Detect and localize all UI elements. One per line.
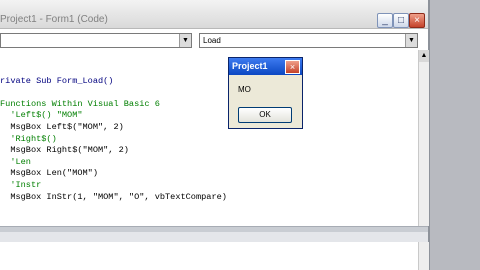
bottom-pane-header: [0, 232, 428, 242]
code-window-titlebar: Project1 - Form1 (Code) _ □ ×: [0, 0, 428, 29]
scroll-up-arrow-icon[interactable]: ▲: [419, 50, 429, 62]
code-line: MsgBox InStr(1, "MOM", "O", vbTextCompar…: [0, 191, 227, 202]
code-line: 'Left$() "MOM": [0, 110, 83, 121]
code-line: 'Right$(): [0, 133, 57, 144]
message-box-dialog: Project1 × MO OK: [228, 57, 303, 129]
message-box-title: Project1: [232, 61, 268, 71]
ok-button[interactable]: OK: [238, 107, 292, 123]
message-box-titlebar: Project1 ×: [229, 58, 302, 75]
code-line: 'Instr: [0, 179, 42, 190]
chevron-down-icon[interactable]: ▼: [179, 34, 191, 47]
close-button[interactable]: ×: [409, 13, 425, 28]
procedure-combo[interactable]: Load ▼: [199, 33, 418, 48]
code-line: MsgBox Left$("MOM", 2): [0, 121, 124, 132]
message-box-text: MO: [238, 85, 251, 94]
object-combo-value: [1, 36, 4, 45]
minimize-button[interactable]: _: [377, 13, 393, 28]
maximize-button[interactable]: □: [393, 13, 409, 28]
code-line: 'Len: [0, 156, 31, 167]
message-box-close-button[interactable]: ×: [285, 60, 300, 74]
code-line: MsgBox Right$("MOM", 2): [0, 145, 129, 156]
code-text: rivate Sub Form_Load() Functions Within …: [0, 64, 227, 215]
window-title: Project1 - Form1 (Code): [0, 14, 108, 25]
code-line: Functions Within Visual Basic 6: [0, 98, 160, 109]
vertical-scrollbar[interactable]: ▲: [418, 50, 429, 226]
window-frame-right: [428, 0, 480, 270]
object-combo[interactable]: ▼: [0, 33, 192, 48]
procedure-combo-value: Load: [203, 36, 221, 45]
code-line: MsgBox Len("MOM"): [0, 168, 98, 179]
code-line: rivate Sub Form_Load(): [0, 75, 114, 86]
chevron-down-icon[interactable]: ▼: [405, 34, 417, 47]
immediate-window[interactable]: [0, 242, 428, 270]
immediate-scrollbar[interactable]: [418, 242, 429, 270]
